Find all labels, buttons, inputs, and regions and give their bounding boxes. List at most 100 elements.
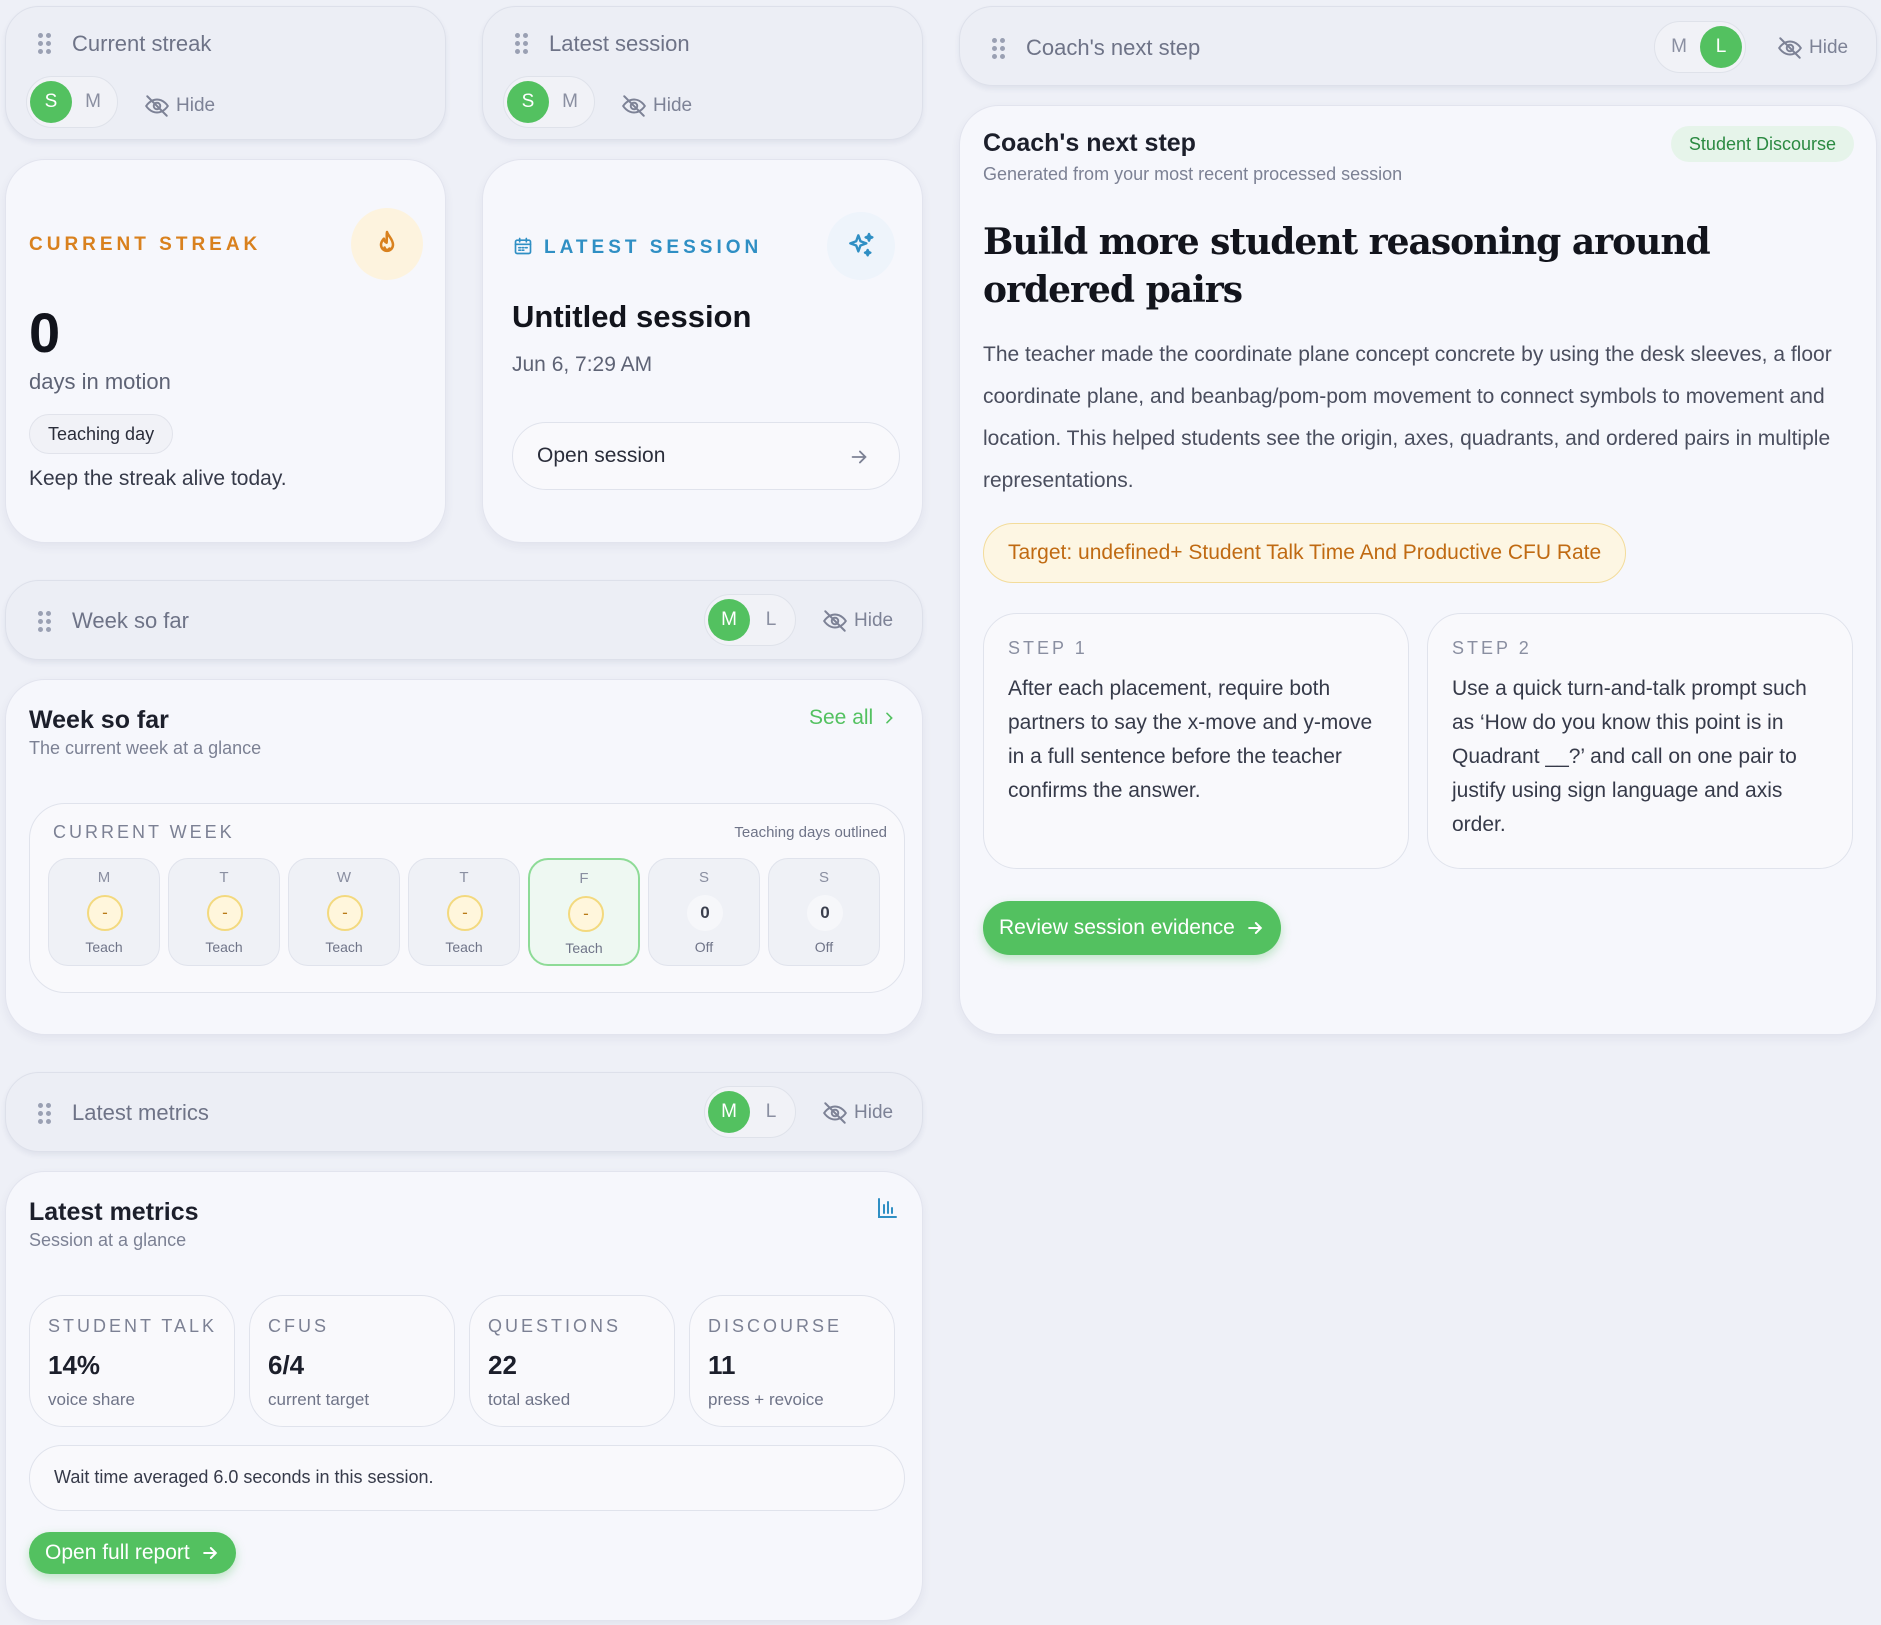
open-session-button[interactable]: Open session — [512, 422, 900, 490]
drag-handle-icon[interactable] — [38, 1103, 52, 1125]
session-title: Untitled session — [512, 299, 752, 334]
day-cell-wednesday[interactable]: W - Teach — [288, 858, 400, 966]
day-mark: 0 — [687, 895, 723, 931]
drag-handle-icon[interactable] — [992, 38, 1006, 60]
day-status: Teach — [565, 940, 603, 956]
size-option-m[interactable]: M — [708, 599, 750, 641]
hide-button[interactable]: Hide — [621, 93, 692, 119]
day-letter: T — [459, 869, 469, 886]
size-option-m[interactable]: M — [72, 81, 114, 123]
coach-headline: Build more student reasoning around orde… — [983, 221, 1711, 311]
wait-time-note: Wait time averaged 6.0 seconds in this s… — [29, 1445, 905, 1511]
size-option-l[interactable]: L — [750, 1091, 792, 1133]
coach-step-1: STEP 1 After each placement, require bot… — [983, 613, 1409, 869]
day-status: Teach — [85, 939, 123, 955]
current-week-label: CURRENT WEEK — [53, 822, 235, 842]
size-option-m[interactable]: M — [708, 1091, 750, 1133]
streak-note: Keep the streak alive today. — [29, 467, 287, 490]
size-option-l[interactable]: L — [1700, 26, 1742, 68]
metric-value: 11 — [708, 1350, 736, 1380]
metric-discourse: DISCOURSE 11 press + revoice — [689, 1295, 895, 1427]
arrow-right-icon — [851, 450, 867, 464]
widget-bar-title: Latest metrics — [72, 1100, 209, 1125]
chevron-right-icon — [886, 712, 894, 724]
review-session-evidence-button[interactable]: Review session evidence — [983, 901, 1281, 955]
day-status: Off — [814, 939, 834, 955]
size-toggle: M L — [704, 1086, 796, 1138]
eye-off-icon — [622, 95, 646, 117]
coach-next-step-card: Coach's next step Generated from your mo… — [959, 105, 1877, 1035]
metric-label: STUDENT TALK — [48, 1316, 218, 1336]
review-session-evidence-label: Review session evidence — [999, 916, 1235, 939]
hide-label: Hide — [854, 610, 894, 631]
step-label: STEP 1 — [1008, 638, 1088, 658]
metric-note: voice share — [48, 1390, 135, 1409]
day-mark: 0 — [807, 895, 843, 931]
streak-unit: days in motion — [29, 369, 171, 394]
hide-button[interactable]: Hide — [144, 93, 215, 119]
latest-session-widget-bar: Latest session S M Hide — [482, 6, 923, 140]
arrow-right-icon — [1247, 922, 1263, 934]
size-toggle: S M — [26, 76, 118, 128]
week-legend: Teaching days outlined — [734, 824, 887, 841]
latest-metrics-card: Latest metrics Session at a glance STUDE… — [5, 1171, 923, 1621]
step-text: Use a quick turn-and-talk prompt such as… — [1452, 677, 1807, 836]
sparkle-icon — [849, 232, 874, 257]
hide-label: Hide — [1809, 37, 1849, 58]
coach-target-chip: Target: undefined+ Student Talk Time And… — [983, 523, 1627, 583]
drag-handle-icon[interactable] — [38, 611, 52, 633]
session-date: Jun 6, 7:29 AM — [512, 353, 653, 376]
size-toggle: M L — [1654, 21, 1746, 73]
day-cell-monday[interactable]: M - Teach — [48, 858, 160, 966]
week-title: Week so far — [29, 706, 169, 734]
teaching-day-chip: Teaching day — [29, 414, 174, 454]
hide-button[interactable]: Hide — [822, 1100, 893, 1126]
bar-chart-icon[interactable] — [875, 1196, 899, 1220]
open-full-report-button[interactable]: Open full report — [29, 1532, 236, 1574]
day-cell-tuesday[interactable]: T - Teach — [168, 858, 280, 966]
size-option-s[interactable]: S — [30, 81, 72, 123]
day-cell-friday[interactable]: F - Teach — [528, 858, 640, 966]
metric-value: 14% — [48, 1350, 101, 1380]
day-mark: - — [327, 895, 363, 931]
metric-cfus: CFUS 6/4 current target — [249, 1295, 455, 1427]
day-cell-thursday[interactable]: T - Teach — [408, 858, 520, 966]
arrow-right-icon — [202, 1547, 217, 1559]
day-mark: - — [447, 895, 483, 931]
eye-off-icon — [823, 1102, 847, 1124]
day-cell-saturday[interactable]: S 0 Off — [648, 858, 760, 966]
widget-bar-title: Week so far — [72, 608, 189, 633]
size-option-m[interactable]: M — [549, 81, 591, 123]
see-all-link[interactable]: See all — [809, 706, 897, 730]
metrics-title: Latest metrics — [29, 1198, 199, 1226]
day-cell-sunday[interactable]: S 0 Off — [768, 858, 880, 966]
drag-handle-icon[interactable] — [515, 33, 529, 55]
latest-session-card: LATEST SESSION Untitled session Jun 6, 7… — [482, 159, 923, 543]
metric-note: total asked — [488, 1390, 571, 1409]
day-letter: S — [698, 869, 709, 886]
metric-note: press + revoice — [708, 1390, 824, 1409]
week-subtitle: The current week at a glance — [29, 738, 262, 758]
coach-subtitle: Generated from your most recent processe… — [983, 164, 1403, 184]
open-session-label: Open session — [537, 444, 666, 467]
streak-value: 0 — [29, 301, 61, 364]
hide-button[interactable]: Hide — [1777, 35, 1848, 61]
size-option-l[interactable]: L — [750, 599, 792, 641]
day-status: Off — [694, 939, 714, 955]
day-mark: - — [87, 895, 123, 931]
drag-handle-icon[interactable] — [38, 33, 52, 55]
calendar-icon — [514, 237, 532, 255]
widget-bar-title: Latest session — [549, 31, 690, 56]
hide-button[interactable]: Hide — [822, 608, 893, 634]
size-option-s[interactable]: S — [507, 81, 549, 123]
metric-note: current target — [268, 1390, 370, 1409]
coach-step-2: STEP 2 Use a quick turn-and-talk prompt … — [1427, 613, 1853, 869]
day-letter: W — [336, 869, 352, 886]
size-option-m[interactable]: M — [1658, 26, 1700, 68]
step-label: STEP 2 — [1452, 638, 1532, 658]
hide-label: Hide — [854, 1102, 894, 1123]
step-text: After each placement, require both partn… — [1008, 677, 1373, 802]
metric-questions: QUESTIONS 22 total asked — [469, 1295, 675, 1427]
day-letter: T — [219, 869, 229, 886]
coach-focus-tag: Student Discourse — [1670, 126, 1854, 162]
